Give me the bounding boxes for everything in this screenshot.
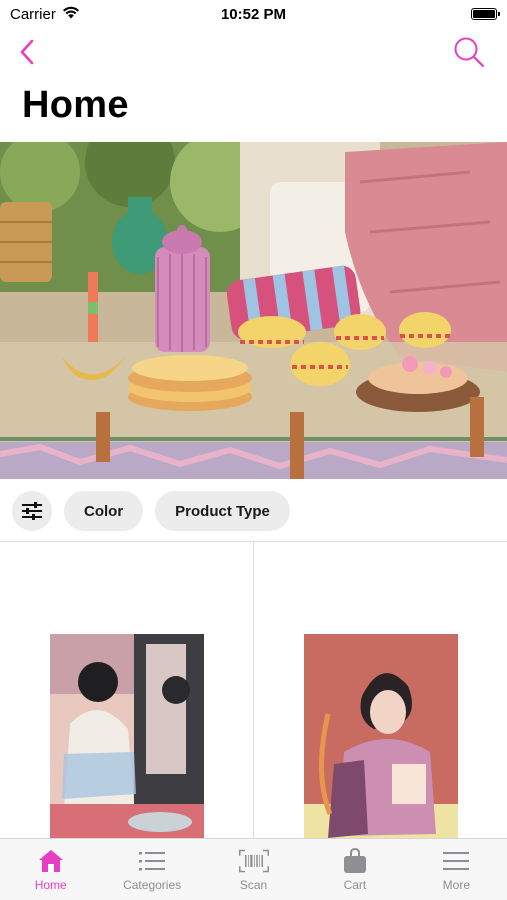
product-type-filter-chip[interactable]: Product Type [155, 491, 290, 531]
product-card[interactable] [0, 542, 253, 841]
tab-label: Categories [123, 878, 182, 892]
chevron-left-icon [20, 39, 34, 65]
color-filter-chip[interactable]: Color [64, 491, 144, 531]
product-card[interactable] [253, 542, 507, 841]
status-bar: Carrier 10:52 PM [0, 0, 507, 28]
battery-icon [471, 8, 500, 20]
page-title: Home [22, 84, 129, 126]
tab-cart[interactable]: Cart [304, 839, 405, 900]
sliders-icon [22, 502, 42, 520]
product-image [50, 634, 204, 841]
carrier-label: Carrier [10, 5, 56, 23]
tab-more[interactable]: More [406, 839, 507, 900]
wifi-icon [62, 6, 80, 23]
search-button[interactable] [451, 34, 487, 70]
tab-label: Cart [343, 878, 367, 892]
tab-label: Scan [239, 878, 268, 892]
filter-settings-button[interactable] [12, 491, 52, 531]
tab-bar: Home Categories Scan Cart More [0, 838, 507, 900]
back-button[interactable] [12, 36, 42, 68]
barcode-icon [238, 847, 269, 875]
tab-label: Home [34, 878, 67, 892]
tab-home[interactable]: Home [0, 839, 101, 900]
bag-icon [340, 847, 370, 875]
search-icon [454, 37, 485, 68]
tab-label: More [442, 878, 470, 892]
filter-row: Color Product Type [12, 491, 290, 531]
product-image [304, 634, 458, 841]
home-icon [36, 847, 66, 875]
tab-categories[interactable]: Categories [101, 839, 202, 900]
carrier-group: Carrier [10, 6, 80, 23]
nav-bar [0, 30, 507, 74]
hero-banner-image[interactable] [0, 142, 507, 479]
menu-icon [441, 847, 471, 875]
list-icon [137, 847, 167, 875]
product-grid [0, 541, 507, 841]
tab-scan[interactable]: Scan [203, 839, 304, 900]
